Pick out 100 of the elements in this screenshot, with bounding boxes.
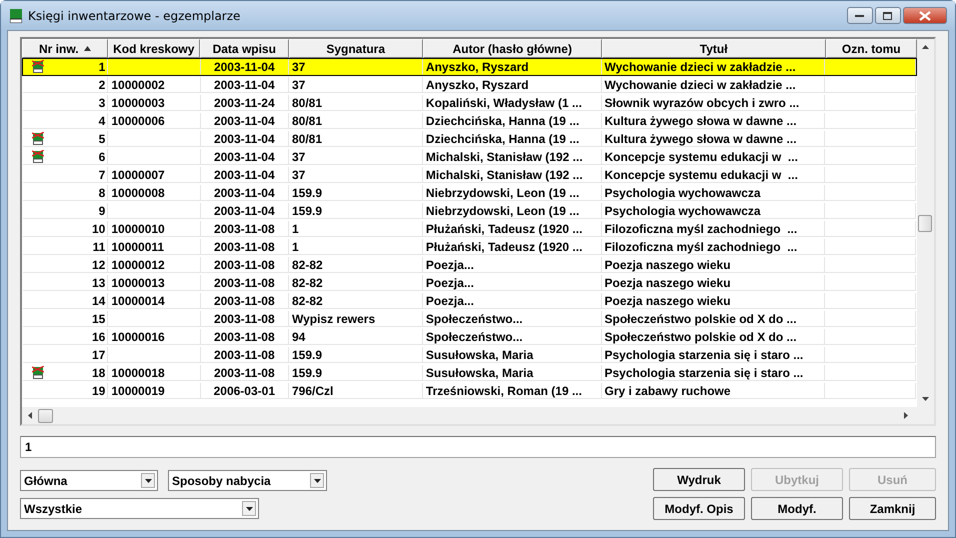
table-cell: 2003-11-08: [214, 312, 275, 326]
table-row[interactable]: 2 10000002 2003-11-04 37 Anyszko, Ryszard Wychowanie dzieci w zakładzie ...: [22, 76, 917, 94]
action-button[interactable]: Wydruk: [653, 468, 745, 491]
table-cell: Anyszko, Ryszard: [426, 78, 529, 92]
table-cell: Płużański, Tadeusz (1920 ...: [426, 240, 582, 254]
table-row[interactable]: 8 10000008 2003-11-04 159.9 Niebrzydowski, Leon (19 ... Psychologia wychowawcza: [22, 184, 917, 202]
table-row[interactable]: 17 2003-11-08 159.9 Susułowska, Maria Psychologia starzenia się i staro ...: [22, 346, 917, 364]
table-cell: Poezja naszego wieku: [604, 294, 731, 308]
scroll-left-icon[interactable]: [28, 412, 32, 419]
table-cell: 14: [92, 294, 106, 308]
table-cell: 1: [292, 222, 299, 236]
table-cell: 9: [98, 204, 106, 218]
scroll-right-icon[interactable]: [904, 412, 908, 419]
table-cell: 1: [292, 240, 299, 254]
book-icon: [10, 8, 22, 22]
dropdown[interactable]: Sposoby nabycia: [168, 470, 327, 491]
scroll-thumb[interactable]: [38, 408, 53, 422]
table-row[interactable]: 13 10000013 2003-11-08 82-82 Poezja... Poezja naszego wieku: [22, 274, 917, 292]
table-cell: Niebrzydowski, Leon (19 ...: [426, 204, 580, 218]
table-cell: 10000018: [111, 366, 165, 380]
table-cell: Słownik wyrazów obcych i zwro ...: [604, 96, 800, 110]
table-cell: Poezja...: [426, 294, 474, 308]
table-row[interactable]: 19 10000019 2006-03-01 796/Czl Trześniowski, Roman (19 ... Gry i zabawy ruchowe: [22, 382, 917, 400]
scroll-down-icon[interactable]: [922, 397, 929, 401]
table-cell: 10000007: [111, 168, 165, 182]
maximize-button[interactable]: [875, 7, 901, 24]
close-button[interactable]: [903, 7, 947, 24]
vertical-scrollbar[interactable]: [917, 39, 934, 407]
table-cell: 17: [92, 348, 106, 362]
table-cell: 80/81: [292, 114, 322, 128]
window-title: Księgi inwentarzowe - egzemplarze: [28, 8, 240, 22]
column-header[interactable]: Nr inw.: [22, 39, 108, 58]
minimize-icon: [855, 14, 865, 18]
table-cell: 13: [92, 276, 106, 290]
table-cell: Gry i zabawy ruchowe: [604, 384, 731, 398]
table-cell: 159.9: [292, 348, 322, 362]
scroll-up-icon[interactable]: [922, 45, 929, 49]
table-row[interactable]: 15 2003-11-08 Wypisz rewers Społeczeństwo... Społeczeństwo polskie od X do ...: [22, 310, 917, 328]
table-cell: 10000012: [111, 258, 165, 272]
table-row[interactable]: 6 2003-11-04 37 Michalski, Stanisław (192 ... Koncepcje systemu edukacji w ...: [22, 148, 917, 166]
table-row[interactable]: 5 2003-11-04 80/81 Dziechcińska, Hanna (19 ... Kultura żywego słowa w dawne ...: [22, 130, 917, 148]
dropdown[interactable]: Główna: [20, 470, 158, 491]
table-cell: 10000003: [111, 96, 165, 110]
table-row[interactable]: 4 10000006 2003-11-04 80/81 Dziechcińska, Hanna (19 ... Kultura żywego słowa w dawne ...: [22, 112, 917, 130]
table-cell: Psychologia wychowawcza: [604, 204, 761, 218]
column-header[interactable]: Tytuł: [602, 39, 826, 58]
table-cell: 2003-11-04: [214, 60, 275, 74]
table-row[interactable]: 10 10000010 2003-11-08 1 Płużański, Tadeusz (1920 ... Filozoficzna myśl zachodniego ...: [22, 220, 917, 238]
table-cell: 10000006: [111, 114, 165, 128]
table-cell: 80/81: [292, 132, 322, 146]
column-header[interactable]: Sygnatura: [288, 39, 423, 58]
action-button[interactable]: Modyf. Opis: [653, 497, 745, 520]
dropdown[interactable]: Wszystkie: [20, 498, 259, 519]
minimize-button[interactable]: [847, 7, 873, 24]
table-cell: 5: [98, 132, 106, 146]
table-row[interactable]: 1 2003-11-04 37 Anyszko, Ryszard Wychowanie dzieci w zakładzie ...: [22, 58, 917, 76]
table-cell: Płużański, Tadeusz (1920 ...: [426, 222, 582, 236]
table-cell: 15: [92, 312, 106, 326]
table-cell: 80/81: [292, 96, 322, 110]
table-cell: Psychologia starzenia się i staro ...: [604, 366, 804, 380]
table-cell: 2: [98, 78, 106, 92]
table-row[interactable]: 12 10000012 2003-11-08 82-82 Poezja... Poezja naszego wieku: [22, 256, 917, 274]
table-row[interactable]: 18 10000018 2003-11-08 159.9 Susułowska, Maria Psychologia starzenia się i staro ...: [22, 364, 917, 382]
table-row[interactable]: 9 2003-11-04 159.9 Niebrzydowski, Leon (19 ... Psychologia wychowawcza: [22, 202, 917, 220]
table-cell: Michalski, Stanisław (192 ...: [426, 150, 583, 164]
table-cell: Społeczeństwo...: [426, 330, 523, 344]
action-button[interactable]: Zamknij: [849, 497, 936, 520]
table-cell: 8: [98, 186, 106, 200]
table-cell: 19: [92, 384, 106, 398]
table-cell: Społeczeństwo polskie od X do ...: [604, 330, 797, 344]
table-row[interactable]: 11 10000011 2003-11-08 1 Płużański, Tadeusz (1920 ... Filozoficzna myśl zachodniego ...: [22, 238, 917, 256]
table-cell: 10: [92, 222, 106, 236]
table-row[interactable]: 14 10000014 2003-11-08 82-82 Poezja... Poezja naszego wieku: [22, 292, 917, 310]
table-cell: 2003-11-04: [214, 150, 275, 164]
table-row[interactable]: 3 10000003 2003-11-24 80/81 Kopaliński, Władysław (1 ... Słownik wyrazów obcych i zwro ...: [22, 94, 917, 112]
close-icon: [919, 10, 931, 20]
table-cell: Susułowska, Maria: [426, 348, 534, 362]
table-cell: Dziechcińska, Hanna (19 ...: [426, 132, 580, 146]
scroll-thumb[interactable]: [918, 215, 932, 232]
column-header[interactable]: Autor (hasło główne): [422, 39, 602, 58]
table-cell: 16: [92, 330, 106, 344]
table-cell: 12: [92, 258, 106, 272]
table-cell: 37: [292, 60, 306, 74]
table-row[interactable]: 7 10000007 2003-11-04 37 Michalski, Stanisław (192 ... Koncepcje systemu edukacji w ...: [22, 166, 917, 184]
table-cell: 10000008: [111, 186, 165, 200]
table-cell: Kopaliński, Władysław (1 ...: [426, 96, 582, 110]
table-row[interactable]: 16 10000016 2003-11-08 94 Społeczeństwo... Społeczeństwo polskie od X do ...: [22, 328, 917, 346]
table-cell: 2003-11-08: [214, 258, 275, 272]
column-header[interactable]: Ozn. tomu: [826, 39, 917, 58]
column-header[interactable]: Data wpisu: [200, 39, 289, 58]
action-button[interactable]: Modyf.: [751, 497, 843, 520]
table-cell: Wypisz rewers: [292, 312, 376, 326]
table-cell: Społeczeństwo polskie od X do ...: [604, 312, 797, 326]
table-cell: 4: [98, 114, 106, 128]
table-cell: 11: [92, 240, 106, 254]
table-cell: 2003-11-08: [214, 222, 275, 236]
column-header[interactable]: Kod kreskowy: [108, 39, 200, 58]
horizontal-scrollbar[interactable]: [22, 407, 934, 424]
table-cell: 2003-11-04: [214, 132, 275, 146]
input-field[interactable]: 1: [20, 436, 936, 458]
